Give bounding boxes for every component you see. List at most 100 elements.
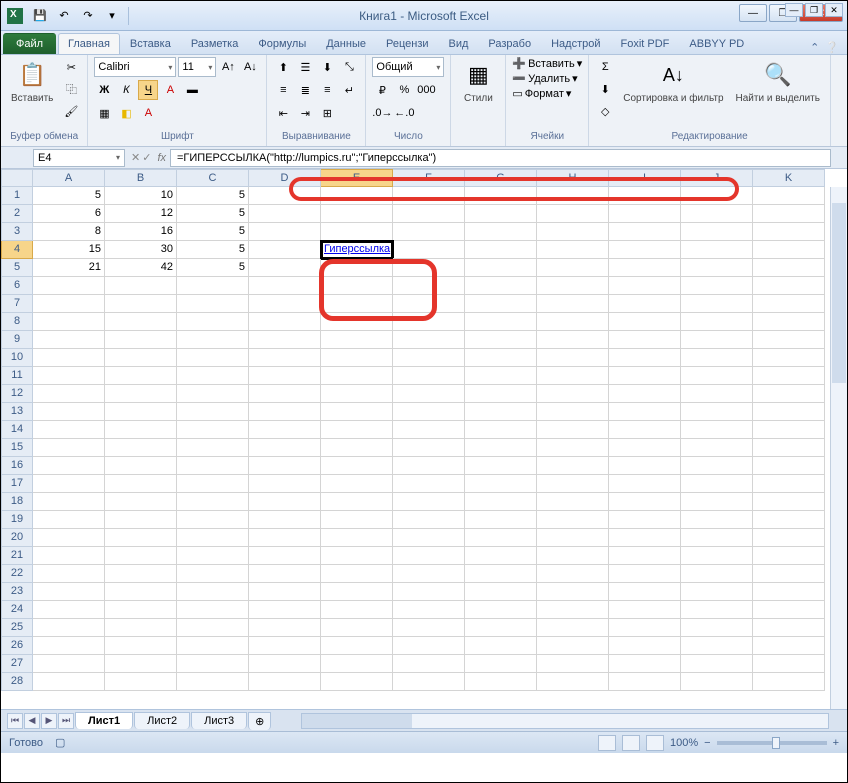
cell[interactable] xyxy=(537,547,609,565)
cell[interactable] xyxy=(249,529,321,547)
cell[interactable] xyxy=(393,421,465,439)
cell[interactable] xyxy=(321,421,393,439)
cell[interactable] xyxy=(105,547,177,565)
format-cells-button[interactable]: ▭Формат ▾ xyxy=(512,87,571,100)
row-header[interactable]: 21 xyxy=(1,547,33,565)
cell[interactable] xyxy=(249,457,321,475)
cell[interactable] xyxy=(177,583,249,601)
help-icon[interactable]: ❔ xyxy=(825,41,839,54)
cell[interactable]: 5 xyxy=(33,187,105,205)
cell[interactable] xyxy=(321,547,393,565)
cell[interactable] xyxy=(465,223,537,241)
orientation-icon[interactable]: ⤡ xyxy=(339,57,359,77)
cell[interactable] xyxy=(321,367,393,385)
cell[interactable] xyxy=(249,583,321,601)
cell[interactable] xyxy=(105,421,177,439)
cell[interactable] xyxy=(177,457,249,475)
cell[interactable] xyxy=(321,313,393,331)
cell[interactable] xyxy=(537,457,609,475)
cell[interactable] xyxy=(753,331,825,349)
cell[interactable] xyxy=(609,601,681,619)
cell[interactable] xyxy=(177,547,249,565)
cell[interactable] xyxy=(465,601,537,619)
tab-review[interactable]: Рецензи xyxy=(376,33,439,54)
qat-customize-icon[interactable]: ▾ xyxy=(101,5,123,27)
cell[interactable] xyxy=(33,457,105,475)
cell[interactable] xyxy=(393,547,465,565)
cell[interactable] xyxy=(465,403,537,421)
cell[interactable] xyxy=(681,259,753,277)
cell[interactable] xyxy=(465,529,537,547)
cell[interactable]: 5 xyxy=(177,223,249,241)
cell[interactable] xyxy=(537,493,609,511)
cell[interactable] xyxy=(33,529,105,547)
row-header[interactable]: 28 xyxy=(1,673,33,691)
cell[interactable] xyxy=(609,277,681,295)
cell[interactable] xyxy=(681,241,753,259)
cell[interactable] xyxy=(465,349,537,367)
prev-sheet-icon[interactable]: ◀ xyxy=(24,713,40,729)
cell[interactable] xyxy=(537,673,609,691)
cut-icon[interactable]: ✂ xyxy=(61,57,81,77)
sheet-tab-2[interactable]: Лист2 xyxy=(134,712,190,729)
cell[interactable] xyxy=(33,385,105,403)
cell[interactable] xyxy=(249,367,321,385)
cell[interactable] xyxy=(249,511,321,529)
cell[interactable] xyxy=(249,673,321,691)
cell[interactable] xyxy=(321,565,393,583)
normal-view-icon[interactable] xyxy=(598,735,616,751)
cell[interactable] xyxy=(465,565,537,583)
row-header[interactable]: 16 xyxy=(1,457,33,475)
cell[interactable]: 6 xyxy=(33,205,105,223)
cell[interactable] xyxy=(33,493,105,511)
cell[interactable] xyxy=(321,259,393,277)
align-middle-icon[interactable]: ☰ xyxy=(295,57,315,77)
cell[interactable] xyxy=(105,403,177,421)
font-color2-icon[interactable]: A xyxy=(138,103,158,123)
zoom-out-icon[interactable]: − xyxy=(704,737,710,749)
doc-close-button[interactable]: ✕ xyxy=(825,3,843,17)
cell[interactable] xyxy=(753,457,825,475)
cell[interactable] xyxy=(177,349,249,367)
accept-fx-icon[interactable]: ✓ xyxy=(142,151,151,164)
paste-button[interactable]: 📋 Вставить xyxy=(7,57,57,106)
row-header[interactable]: 3 xyxy=(1,223,33,241)
cell[interactable] xyxy=(609,187,681,205)
cell[interactable] xyxy=(393,313,465,331)
cell[interactable] xyxy=(33,331,105,349)
row-header[interactable]: 9 xyxy=(1,331,33,349)
tab-data[interactable]: Данные xyxy=(316,33,376,54)
cell[interactable] xyxy=(393,619,465,637)
cell[interactable] xyxy=(393,259,465,277)
cell[interactable] xyxy=(321,601,393,619)
clear-icon[interactable]: ◇ xyxy=(595,101,615,121)
row-header[interactable]: 1 xyxy=(1,187,33,205)
align-right-icon[interactable]: ≡ xyxy=(317,80,337,100)
cell[interactable] xyxy=(321,223,393,241)
cell[interactable] xyxy=(681,439,753,457)
cell[interactable] xyxy=(681,601,753,619)
cell[interactable] xyxy=(609,223,681,241)
fill-down-icon[interactable]: ⬇ xyxy=(595,79,615,99)
cell[interactable] xyxy=(753,655,825,673)
row-header[interactable]: 14 xyxy=(1,421,33,439)
cell[interactable] xyxy=(33,349,105,367)
cell[interactable] xyxy=(321,511,393,529)
cell[interactable] xyxy=(465,547,537,565)
cell[interactable] xyxy=(753,601,825,619)
cell[interactable] xyxy=(537,205,609,223)
cell[interactable] xyxy=(753,511,825,529)
cell[interactable] xyxy=(249,331,321,349)
cell[interactable]: 21 xyxy=(33,259,105,277)
cell[interactable] xyxy=(249,601,321,619)
cell[interactable] xyxy=(321,583,393,601)
row-header[interactable]: 20 xyxy=(1,529,33,547)
cell[interactable] xyxy=(753,493,825,511)
cell[interactable] xyxy=(393,205,465,223)
cell[interactable] xyxy=(33,511,105,529)
cell[interactable] xyxy=(393,475,465,493)
tab-home[interactable]: Главная xyxy=(58,33,120,54)
cell[interactable] xyxy=(249,565,321,583)
cell[interactable] xyxy=(681,367,753,385)
underline-button[interactable]: Ч xyxy=(138,80,158,100)
